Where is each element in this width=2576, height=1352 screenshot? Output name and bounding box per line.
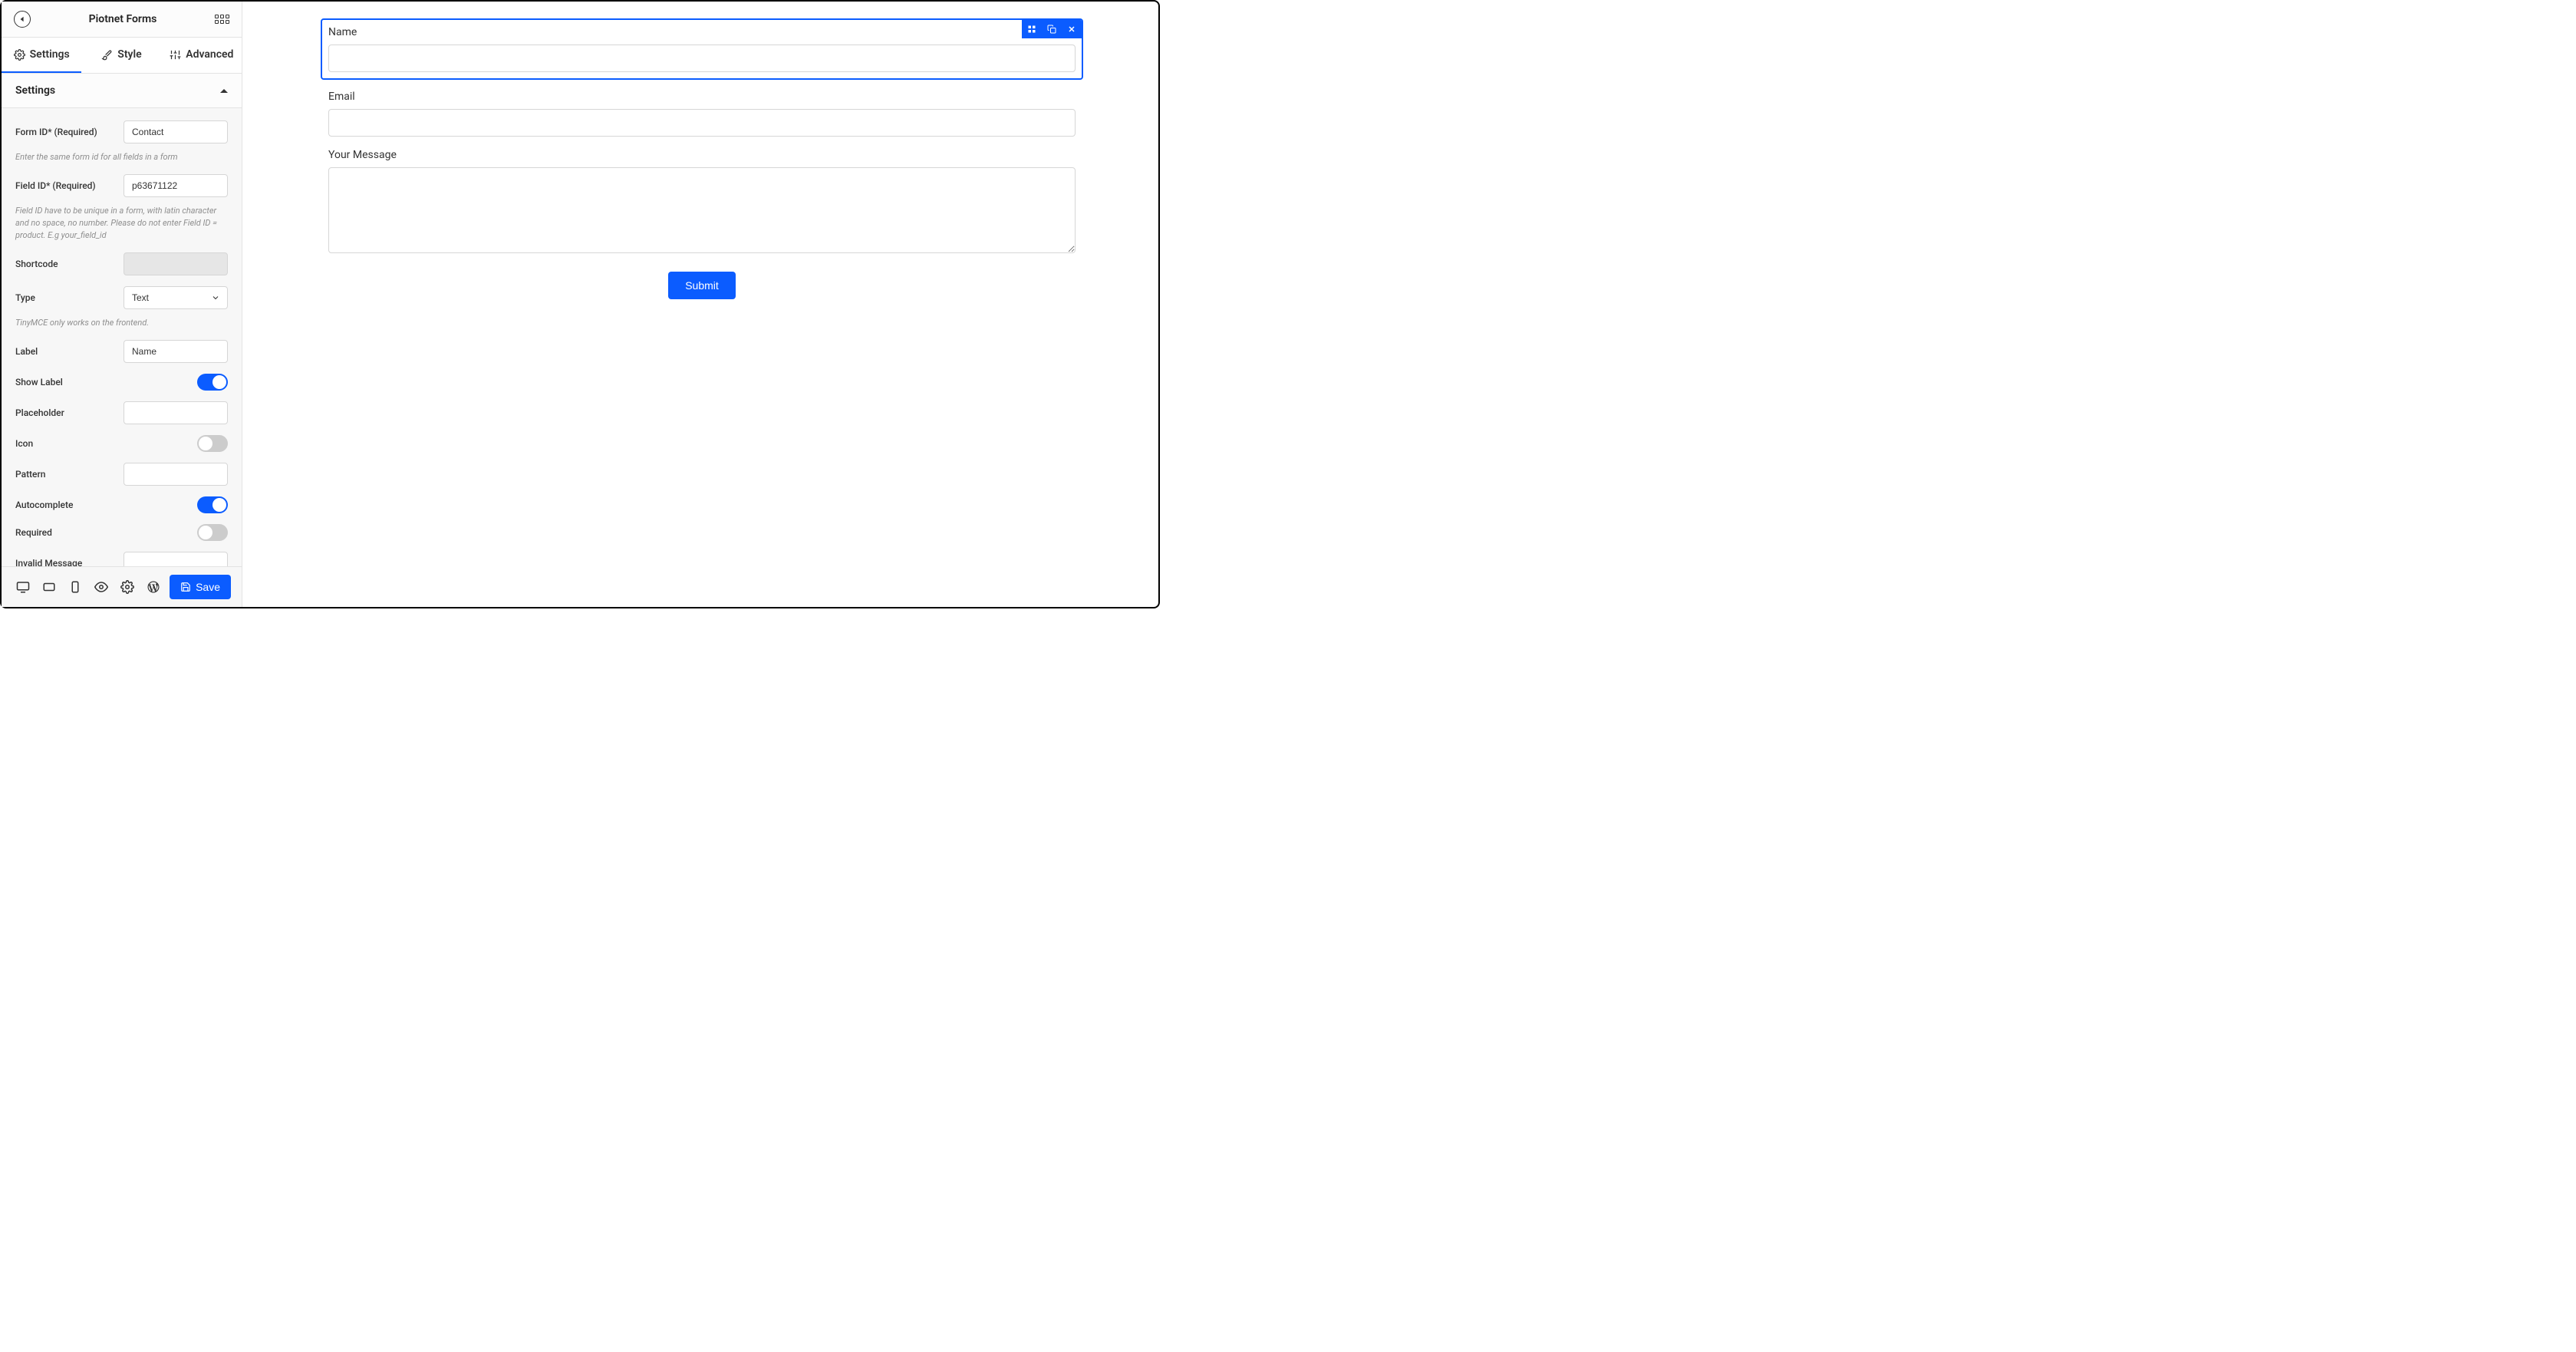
- desktop-view-button[interactable]: [12, 576, 34, 598]
- wordpress-icon: [147, 580, 160, 594]
- wordpress-button[interactable]: [143, 576, 164, 598]
- sliders-icon: [170, 49, 181, 61]
- shortcode-label: Shortcode: [15, 259, 58, 269]
- settings-button[interactable]: [117, 576, 138, 598]
- tab-advanced[interactable]: Advanced: [162, 38, 242, 73]
- close-icon: [1067, 25, 1076, 34]
- tablet-icon: [42, 580, 56, 594]
- icon-toggle[interactable]: [197, 435, 228, 452]
- submit-button[interactable]: Submit: [668, 272, 736, 299]
- grid-icon: [1027, 25, 1036, 34]
- field-input[interactable]: [328, 45, 1076, 72]
- preview-button[interactable]: [91, 576, 112, 598]
- sidebar-header: Piotnet Forms: [2, 2, 242, 38]
- form-id-help: Enter the same form id for all fields in…: [15, 151, 228, 163]
- gear-icon: [120, 580, 134, 594]
- tab-label: Settings: [30, 48, 70, 61]
- autocomplete-label: Autocomplete: [15, 500, 73, 510]
- label-input[interactable]: [124, 340, 228, 363]
- field-textarea[interactable]: [328, 167, 1076, 253]
- tab-style[interactable]: Style: [81, 38, 161, 73]
- tab-label: Style: [117, 48, 141, 61]
- label-label: Label: [15, 346, 38, 357]
- tab-settings[interactable]: Settings: [2, 38, 81, 73]
- save-button[interactable]: Save: [170, 575, 231, 599]
- type-label: Type: [15, 292, 35, 303]
- controls-panel: Form ID* (Required) Enter the same form …: [2, 108, 242, 566]
- widgets-button[interactable]: [215, 15, 229, 24]
- field-id-help: Field ID have to be unique in a form, wi…: [15, 205, 228, 242]
- field-id-input[interactable]: [124, 174, 228, 197]
- invalid-msg-input[interactable]: [124, 552, 228, 566]
- desktop-icon: [16, 580, 30, 594]
- duplicate-button[interactable]: [1042, 20, 1062, 38]
- tabs: Settings Style Advanced: [2, 38, 242, 74]
- field-id-label: Field ID* (Required): [15, 180, 96, 191]
- play-back-icon: [19, 16, 25, 22]
- shortcode-input: [124, 252, 228, 275]
- save-icon: [180, 582, 191, 592]
- pattern-input[interactable]: [124, 463, 228, 486]
- form-field-message[interactable]: Your Message: [328, 149, 1076, 256]
- field-label: Email: [328, 91, 1076, 103]
- section-header-settings[interactable]: Settings: [2, 74, 242, 108]
- delete-button[interactable]: [1062, 20, 1082, 38]
- mobile-view-button[interactable]: [64, 576, 86, 598]
- save-label: Save: [196, 581, 220, 593]
- mobile-icon: [68, 580, 82, 594]
- placeholder-input[interactable]: [124, 401, 228, 424]
- copy-icon: [1047, 25, 1056, 34]
- tablet-view-button[interactable]: [38, 576, 60, 598]
- sidebar: Piotnet Forms Settings Style Advanced Se…: [2, 2, 242, 607]
- selection-toolbar: [1022, 20, 1082, 38]
- placeholder-label: Placeholder: [15, 407, 64, 418]
- grid-action-button[interactable]: [1022, 20, 1042, 38]
- field-label: Name: [328, 26, 1076, 38]
- form-id-label: Form ID* (Required): [15, 127, 97, 137]
- back-button[interactable]: [14, 11, 31, 28]
- show-label-label: Show Label: [15, 377, 63, 387]
- gear-icon: [14, 49, 25, 61]
- bottom-bar: Save: [2, 566, 242, 607]
- form-field-email[interactable]: Email: [328, 91, 1076, 137]
- caret-up-icon: [220, 89, 228, 93]
- icon-label: Icon: [15, 438, 33, 449]
- type-select[interactable]: Text: [124, 286, 228, 309]
- form-id-input[interactable]: [124, 120, 228, 143]
- tab-label: Advanced: [186, 48, 233, 61]
- field-label: Your Message: [328, 149, 1076, 161]
- required-toggle[interactable]: [197, 524, 228, 541]
- autocomplete-toggle[interactable]: [197, 496, 228, 513]
- type-help: TinyMCE only works on the frontend.: [15, 317, 228, 329]
- eye-icon: [94, 580, 108, 594]
- pattern-label: Pattern: [15, 469, 45, 480]
- field-input[interactable]: [328, 109, 1076, 137]
- brush-icon: [101, 49, 113, 61]
- show-label-toggle[interactable]: [197, 374, 228, 391]
- invalid-msg-label: Invalid Message: [15, 558, 82, 566]
- canvas: Name Email Your Message Submit: [242, 2, 1158, 607]
- section-title: Settings: [15, 84, 55, 97]
- form-field-name[interactable]: Name: [322, 20, 1082, 78]
- app-title: Piotnet Forms: [89, 13, 157, 25]
- required-label: Required: [15, 527, 52, 538]
